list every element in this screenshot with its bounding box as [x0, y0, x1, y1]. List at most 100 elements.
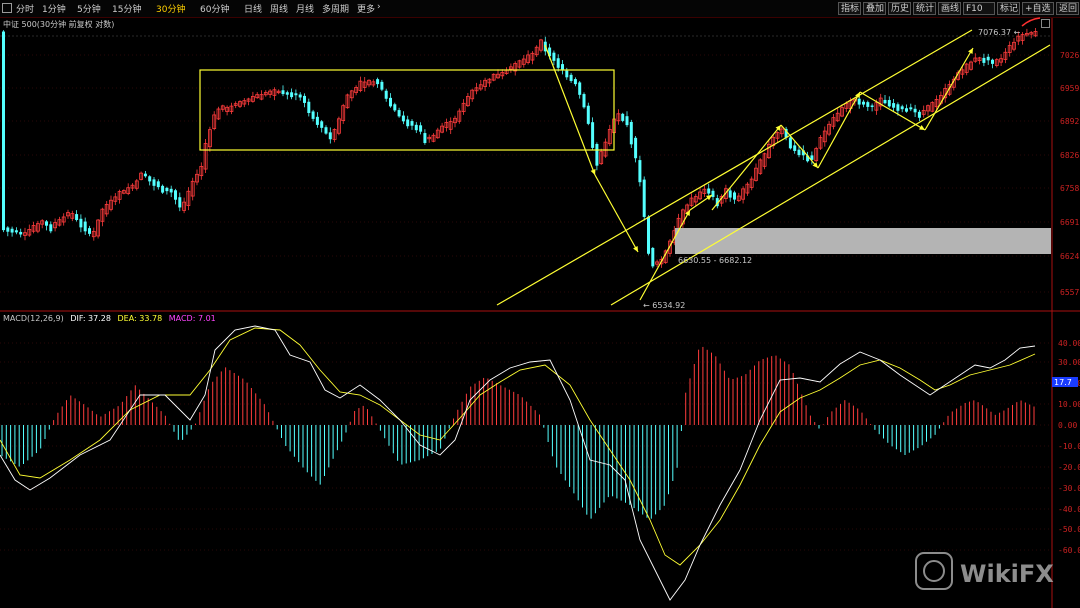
gap-range-label: 6630.55 - 6682.12	[678, 256, 752, 265]
candle-body	[638, 160, 642, 183]
price-axis-label: 6826	[1060, 151, 1079, 160]
candle-body	[307, 101, 311, 114]
candle-body	[303, 95, 306, 103]
macd-axis-label: -20.00	[1058, 463, 1080, 472]
candle-body	[406, 119, 410, 127]
candle-body	[178, 197, 182, 208]
candle-body	[10, 228, 14, 233]
candle-body	[380, 81, 384, 90]
macd-axis-label: -30.00	[1058, 484, 1080, 493]
candle-body	[629, 121, 633, 145]
candle-body	[311, 111, 315, 119]
candle-body	[578, 82, 582, 95]
macd-axis-label: 30.00	[1058, 358, 1080, 367]
watermark-text: WikiFX	[960, 560, 1054, 588]
candle-body	[900, 106, 904, 110]
macd-axis-label: 10.00	[1058, 400, 1080, 409]
price-axis-label: 6691	[1060, 218, 1079, 227]
candle-body	[582, 94, 586, 108]
candle-body	[883, 99, 887, 104]
dea-line	[0, 327, 1036, 566]
macd-axis-label: 0.00	[1058, 421, 1077, 430]
candle-body	[733, 192, 736, 200]
candle-body	[651, 247, 655, 267]
candle-body	[905, 108, 908, 112]
candle-body	[410, 121, 414, 126]
candle-body	[397, 110, 401, 117]
candle-body	[857, 98, 861, 105]
wikifx-logo-icon	[915, 552, 953, 590]
candle-body	[294, 93, 298, 96]
candle-body	[152, 179, 156, 186]
candle-body	[565, 70, 569, 78]
candle-body	[419, 125, 423, 132]
candle-body	[982, 57, 986, 63]
candle-body	[148, 176, 152, 182]
candle-body	[866, 102, 870, 107]
macd-axis-label: -60.00	[1058, 546, 1080, 555]
consolidation-box	[199, 69, 615, 151]
chart-canvas[interactable]: 7026 6959 6892 6826 6758 6691 6624 6557 40.00 30.…	[0, 0, 1080, 608]
macd-marker-label: 17.7	[1054, 378, 1072, 387]
trend-arrow-9	[924, 47, 974, 131]
macd-axis-label: -40.00	[1058, 505, 1080, 514]
candle-body	[324, 127, 328, 134]
candle-body	[913, 108, 917, 113]
candle-body	[797, 149, 801, 156]
candle-body	[642, 179, 646, 217]
candle-body	[423, 133, 427, 143]
candle-body	[986, 56, 990, 61]
candle-body	[328, 132, 332, 140]
trend-arrow-2	[594, 174, 639, 253]
candle-body	[621, 113, 625, 121]
price-axis-label: 6959	[1060, 84, 1079, 93]
price-axis-label: 6892	[1060, 117, 1079, 126]
candle-body	[83, 221, 87, 232]
gap-zone	[675, 228, 1051, 254]
candle-body	[556, 58, 560, 68]
candle-body	[896, 104, 900, 111]
candle-body	[573, 79, 577, 85]
candle-body	[414, 124, 418, 131]
wikifx-logo-ring	[923, 560, 945, 582]
candle-body	[991, 59, 994, 64]
price-axis-label: 6624	[1060, 252, 1079, 261]
macd-axis-label: -10.00	[1058, 442, 1080, 451]
candle-body	[281, 90, 285, 95]
candle-body	[887, 100, 891, 107]
candle-body	[788, 137, 792, 149]
trend-arrow-5	[711, 124, 782, 211]
candle-body	[401, 115, 405, 122]
candle-body	[711, 190, 715, 197]
price-axis-label: 7026	[1060, 51, 1079, 60]
candle-body	[161, 185, 165, 193]
trend-arrow-7	[817, 91, 861, 169]
candle-body	[320, 121, 324, 128]
candle-body	[285, 92, 289, 95]
candle-body	[892, 103, 896, 108]
candle-body	[165, 187, 169, 192]
candle-body	[586, 105, 590, 124]
candle-body	[707, 188, 711, 194]
candle-body	[909, 107, 913, 110]
candle-body	[19, 231, 23, 235]
candle-body	[2, 31, 5, 231]
candle-body	[625, 116, 629, 126]
candle-body	[6, 227, 10, 232]
candle-body	[591, 122, 595, 148]
candle-body	[647, 216, 650, 254]
candle-body	[88, 228, 91, 234]
candle-body	[728, 190, 732, 198]
candle-body	[917, 111, 921, 118]
candle-body	[389, 97, 392, 107]
dif-line	[0, 325, 1036, 601]
red-marker-icon	[1021, 17, 1041, 27]
candle-body	[75, 214, 79, 221]
high-price-label: 7076.37 ←	[978, 28, 1021, 37]
candle-body	[595, 143, 599, 166]
low-price-label: ← 6534.92	[643, 301, 685, 310]
candle-body	[45, 221, 48, 226]
candle-body	[169, 188, 173, 193]
candle-body	[552, 52, 556, 61]
candle-body	[793, 145, 797, 151]
